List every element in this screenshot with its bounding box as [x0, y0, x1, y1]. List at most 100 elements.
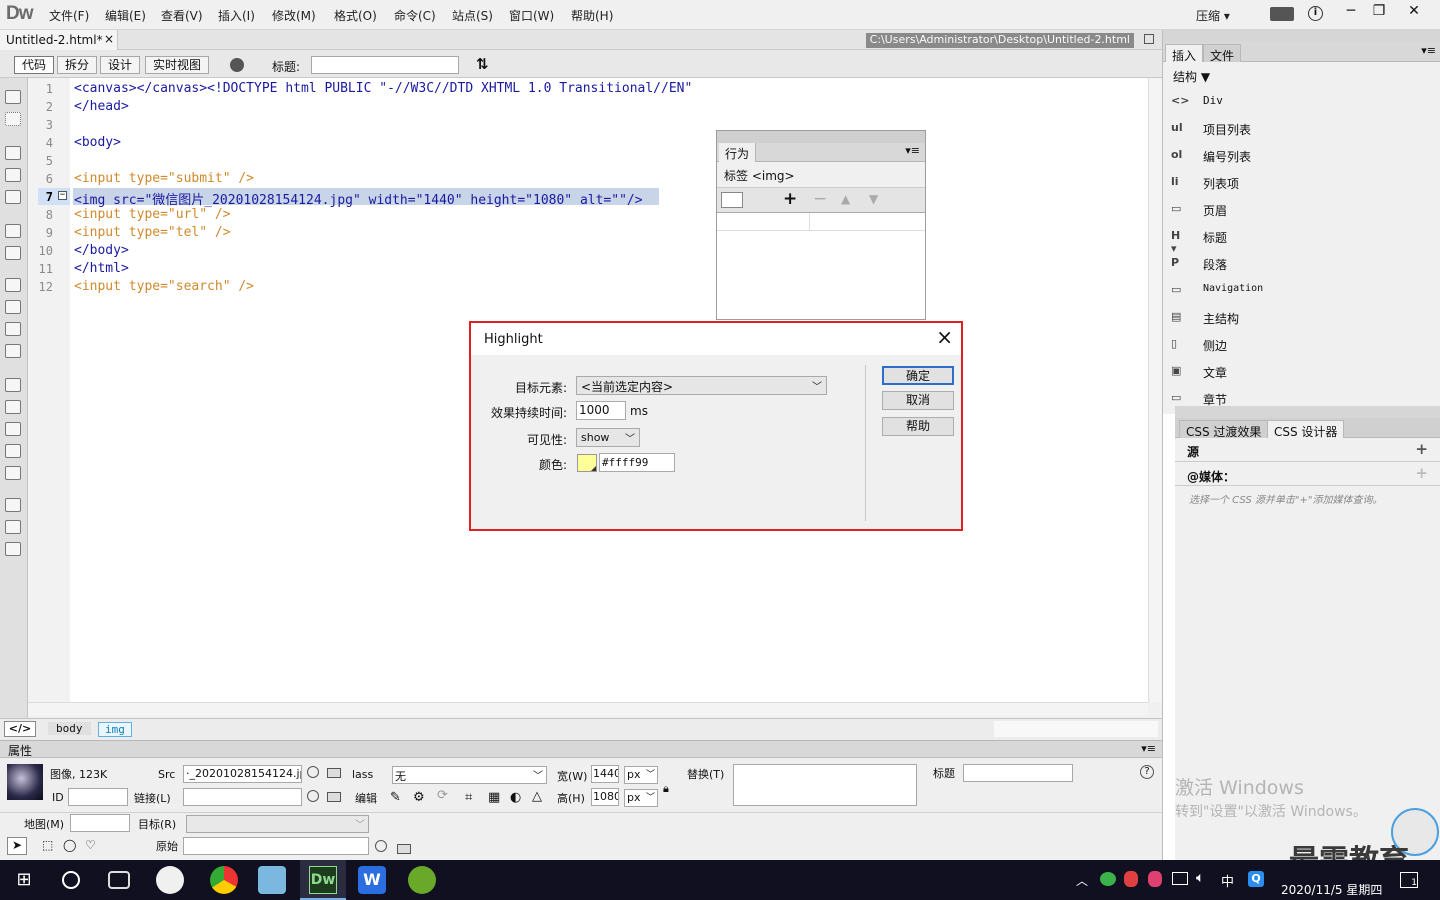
open-documents-icon[interactable]	[5, 90, 21, 104]
syntax-coloring-icon[interactable]	[5, 344, 21, 358]
move-css-icon[interactable]	[5, 466, 21, 480]
qq-icon[interactable]	[1124, 871, 1138, 887]
behaviors-tab[interactable]: 行为	[719, 143, 757, 162]
folder-icon[interactable]	[327, 792, 341, 802]
tag-img[interactable]: img	[98, 722, 132, 737]
panel-grip[interactable]	[1163, 30, 1440, 42]
map-input[interactable]	[70, 814, 130, 832]
horizontal-scrollbar[interactable]	[28, 702, 1148, 716]
help-icon[interactable]: ?	[1140, 765, 1154, 779]
point-to-file-icon[interactable]	[375, 840, 387, 852]
edit-pencil-icon[interactable]: ✎	[390, 790, 401, 805]
move-down-icon[interactable]: ▼	[869, 192, 878, 206]
fold-toggle-icon[interactable]: −	[58, 191, 67, 200]
update-from-original-icon[interactable]: ⟳	[437, 788, 448, 803]
circle-hotspot-icon[interactable]: ◯	[63, 838, 76, 852]
color-hex-input[interactable]: #ffff99	[599, 453, 675, 472]
expand-all-icon[interactable]	[5, 190, 21, 204]
document-tab[interactable]: Untitled-2.html*	[0, 30, 118, 50]
preview-globe-icon[interactable]	[230, 58, 244, 72]
move-up-icon[interactable]: ▲	[841, 192, 850, 206]
indent-icon[interactable]	[5, 498, 21, 512]
behaviors-list[interactable]	[717, 213, 925, 319]
windows-start-icon[interactable]: ⊞	[10, 866, 38, 894]
code-tag-icon[interactable]: </>	[4, 721, 36, 737]
point-to-file-icon[interactable]	[307, 766, 319, 778]
cancel-button[interactable]: 取消	[882, 391, 954, 410]
close-window-button[interactable]: ✕	[1394, 0, 1434, 24]
alt-textarea[interactable]	[733, 764, 917, 806]
recent-snippets-icon[interactable]	[5, 444, 21, 458]
select-parent-tag-icon[interactable]	[5, 224, 21, 238]
menu-format[interactable]: 格式(O)	[334, 7, 377, 24]
class-select[interactable]: 无 ﹀	[392, 766, 547, 784]
width-unit-select[interactable]: px ﹀	[624, 766, 658, 784]
target-select[interactable]: ﹀	[186, 815, 369, 833]
workspace-switcher[interactable]: 压缩 ▾	[1196, 7, 1230, 24]
taskbar-dreamweaver-active[interactable]: Dw	[300, 860, 346, 900]
remove-behavior-icon[interactable]: −	[813, 189, 827, 209]
collapse-selection-icon[interactable]	[5, 168, 21, 182]
menu-file[interactable]: 文件(F)	[49, 7, 89, 24]
color-swatch-button[interactable]	[577, 454, 597, 472]
view-live-button[interactable]: 实时视图	[145, 56, 209, 74]
wrap-tag-icon[interactable]	[5, 422, 21, 436]
link-input[interactable]	[183, 788, 302, 806]
format-source-icon[interactable]	[5, 542, 21, 556]
menu-modify[interactable]: 修改(M)	[272, 7, 316, 24]
app-q-icon[interactable]: Q	[1248, 871, 1264, 887]
balance-braces-icon[interactable]	[5, 246, 21, 260]
file-transfer-icon[interactable]: ⇅	[476, 55, 489, 73]
outdent-icon[interactable]	[5, 520, 21, 534]
restore-doc-icon[interactable]	[1144, 34, 1154, 44]
add-source-icon[interactable]: +	[1415, 440, 1428, 458]
src-input[interactable]: ·_20201028154124.jpg	[183, 765, 302, 783]
title-input[interactable]	[963, 764, 1073, 782]
tab-files[interactable]: 文件	[1203, 44, 1242, 63]
show-set-events-icon[interactable]	[721, 192, 743, 208]
crop-icon[interactable]: ⌗	[465, 790, 472, 805]
chrome-icon[interactable]	[210, 866, 238, 894]
behaviors-panel-grip[interactable]	[717, 131, 925, 143]
notepad-icon[interactable]	[258, 866, 286, 894]
app-s-icon[interactable]	[156, 866, 184, 894]
add-media-icon[interactable]: +	[1415, 464, 1428, 482]
menu-view[interactable]: 查看(V)	[161, 7, 203, 24]
ok-button[interactable]: 确定	[882, 366, 954, 385]
height-input[interactable]: 1080	[591, 788, 619, 806]
line-numbers-icon[interactable]	[5, 278, 21, 292]
insert-category-select[interactable]: 结构 ▼	[1173, 68, 1210, 85]
pointer-hotspot-icon[interactable]: ➤	[7, 837, 27, 855]
view-split-button[interactable]: 拆分	[57, 56, 97, 74]
add-behavior-icon[interactable]: +	[783, 189, 797, 209]
vertical-scrollbar[interactable]	[1148, 78, 1162, 702]
network-icon[interactable]	[1172, 872, 1188, 885]
menu-edit[interactable]: 编辑(E)	[105, 7, 146, 24]
show-code-navigator-icon[interactable]	[5, 112, 21, 126]
rect-hotspot-icon[interactable]: ⬚	[42, 838, 53, 852]
menu-window[interactable]: 窗口(W)	[509, 7, 554, 24]
show-all-events-icon[interactable]	[749, 192, 769, 208]
help-button[interactable]: 帮助	[882, 417, 954, 436]
dialog-close-icon[interactable]: ×	[936, 327, 953, 347]
original-input[interactable]	[183, 837, 369, 855]
duration-input[interactable]: 1000	[576, 401, 626, 420]
ime-indicator[interactable]: 中	[1221, 871, 1234, 890]
info-icon[interactable]: i	[1308, 6, 1323, 21]
menu-site[interactable]: 站点(S)	[452, 7, 493, 24]
visibility-select[interactable]: show ﹀	[576, 428, 640, 447]
sharpen-icon[interactable]: △	[532, 789, 542, 804]
width-input[interactable]: 1440	[591, 765, 619, 783]
tab-css-transitions[interactable]: CSS 过渡效果	[1179, 420, 1269, 439]
menu-insert[interactable]: 插入(I)	[218, 7, 255, 24]
constrain-lock-icon[interactable]: 🔒︎	[663, 782, 669, 796]
polygon-hotspot-icon[interactable]: ♡	[85, 838, 96, 852]
panel-menu-icon[interactable]: ▾≡	[1141, 742, 1156, 755]
brightness-contrast-icon[interactable]: ◐	[510, 790, 521, 805]
restore-button[interactable]: ❐	[1362, 0, 1396, 24]
close-tab-icon[interactable]: ×	[104, 32, 114, 46]
folder-icon[interactable]	[327, 768, 341, 778]
notification-icon[interactable]: 1	[1400, 872, 1418, 888]
css-panel-grip[interactable]	[1175, 406, 1440, 418]
qq-icon-2[interactable]	[1148, 871, 1162, 887]
